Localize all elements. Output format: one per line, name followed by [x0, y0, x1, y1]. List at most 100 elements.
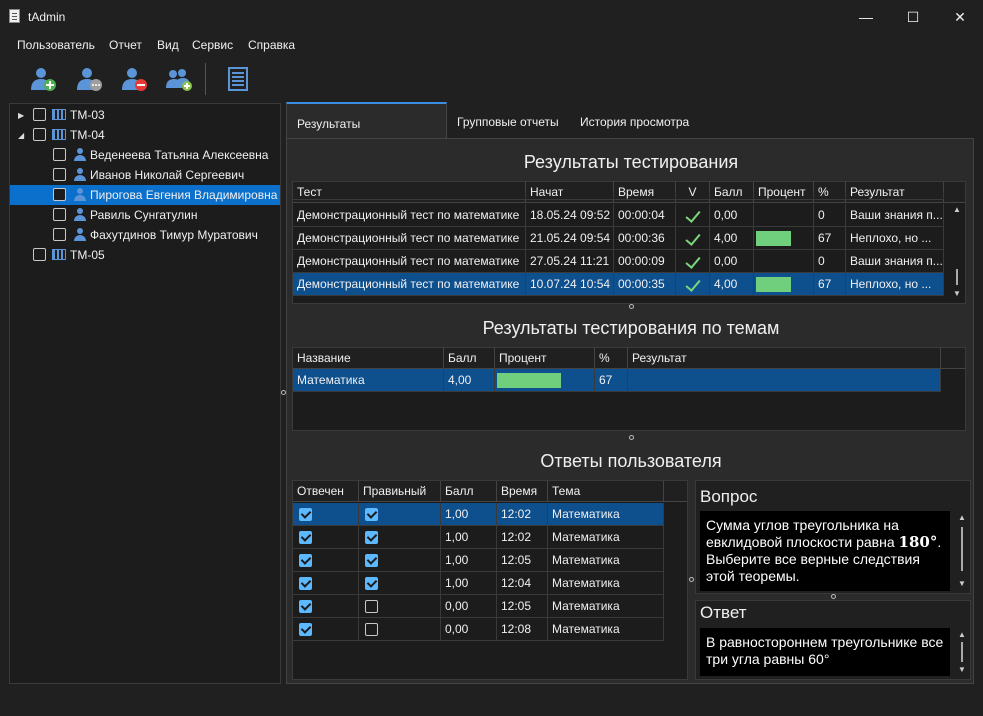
correct-checkbox[interactable]: [365, 531, 378, 544]
col-header[interactable]: Отвечен: [293, 481, 359, 502]
user-checkbox[interactable]: [53, 208, 66, 221]
scroll-up-icon[interactable]: ▲: [958, 513, 966, 522]
topics-grid[interactable]: Название Балл Процент % Результат Матема…: [292, 347, 966, 431]
table-row[interactable]: Математика 4,00 67: [293, 369, 941, 392]
answered-checkbox[interactable]: [299, 577, 312, 590]
tabs-area: Результаты тестирования Групповые отчеты…: [286, 102, 974, 684]
horizontal-splitter-handle[interactable]: [831, 594, 836, 599]
horizontal-splitter-handle[interactable]: [629, 304, 634, 309]
menu-report[interactable]: Отчет: [109, 38, 142, 52]
user-checkbox[interactable]: [53, 188, 66, 201]
scroll-thumb[interactable]: [961, 642, 963, 662]
group-checkbox[interactable]: [33, 248, 46, 261]
results-scrollbar[interactable]: ▲ ▼: [949, 203, 965, 303]
report-icon[interactable]: [223, 64, 253, 94]
results-grid[interactable]: Тест Начат Время V Балл Процент % Резуль…: [292, 181, 966, 304]
col-header[interactable]: Тема: [548, 481, 664, 502]
scroll-thumb[interactable]: [956, 269, 958, 285]
scroll-down-icon[interactable]: ▼: [953, 289, 961, 298]
group-tree[interactable]: ▶ ТМ-03 ◢ ТМ-04 Веденеева Татьяна Алексе…: [9, 103, 281, 684]
cell-pct: 67: [814, 227, 846, 250]
tree-group-tm03[interactable]: ▶ ТМ-03: [10, 105, 280, 125]
menu-bar: Пользователь Отчет Вид Сервис Справка: [0, 34, 983, 56]
col-header[interactable]: Балл: [444, 348, 495, 369]
correct-checkbox[interactable]: [365, 577, 378, 590]
correct-checkbox[interactable]: [365, 600, 378, 613]
answers-grid[interactable]: Отвечен Правиьный Балл Время Тема 1,00 12…: [292, 480, 688, 680]
answer-scrollbar[interactable]: ▲ ▼: [954, 628, 970, 676]
answered-checkbox[interactable]: [299, 508, 312, 521]
correct-checkbox[interactable]: [365, 623, 378, 636]
tree-user[interactable]: Равиль Сунгатулин: [10, 205, 280, 225]
col-header[interactable]: Время: [497, 481, 548, 502]
tree-user-selected[interactable]: Пирогова Евгения Владимировна: [10, 185, 280, 205]
menu-view[interactable]: Вид: [157, 38, 179, 52]
group-checkbox[interactable]: [33, 108, 46, 121]
group-checkbox[interactable]: [33, 128, 46, 141]
answered-checkbox[interactable]: [299, 554, 312, 567]
table-row[interactable]: Демонстрационный тест по математике 18.05…: [293, 204, 944, 227]
scroll-up-icon[interactable]: ▲: [953, 205, 961, 214]
expand-arrow-icon[interactable]: ▶: [18, 111, 24, 120]
menu-help[interactable]: Справка: [248, 38, 295, 52]
col-header-spacer: [941, 348, 965, 369]
question-scrollbar[interactable]: ▲ ▼: [954, 511, 970, 591]
tab-results[interactable]: Результаты тестирования: [286, 102, 447, 171]
col-header[interactable]: Название: [293, 348, 444, 369]
answered-checkbox[interactable]: [299, 531, 312, 544]
scroll-down-icon[interactable]: ▼: [958, 665, 966, 674]
tree-user[interactable]: Веденеева Татьяна Алексеевна: [10, 145, 280, 165]
correct-checkbox[interactable]: [365, 554, 378, 567]
table-row[interactable]: 1,00 12:02 Математика: [293, 526, 664, 549]
menu-service[interactable]: Сервис: [192, 38, 233, 52]
col-header[interactable]: Результат: [628, 348, 941, 369]
menu-user[interactable]: Пользователь: [17, 38, 95, 52]
col-header[interactable]: Правиьный: [359, 481, 441, 502]
correct-checkbox[interactable]: [365, 508, 378, 521]
minimize-button[interactable]: —: [843, 0, 889, 34]
remove-user-icon[interactable]: [119, 64, 149, 94]
cell-score: 1,00: [441, 526, 497, 549]
horizontal-splitter-handle[interactable]: [629, 435, 634, 440]
tree-group-tm05[interactable]: ТМ-05: [10, 245, 280, 265]
user-checkbox[interactable]: [53, 148, 66, 161]
user-checkbox[interactable]: [53, 228, 66, 241]
cell-score: 1,00: [441, 572, 497, 595]
percent-cell: [754, 204, 814, 227]
maximize-button[interactable]: ☐: [890, 0, 936, 34]
tab-group-reports[interactable]: Групповые отчеты: [447, 102, 569, 139]
tree-user[interactable]: Фахутдинов Тимур Муратович: [10, 225, 280, 245]
vertical-splitter-handle[interactable]: [689, 577, 694, 582]
table-row[interactable]: Демонстрационный тест по математике 10.07…: [293, 273, 944, 296]
answered-checkbox[interactable]: [299, 600, 312, 613]
answered-checkbox[interactable]: [299, 623, 312, 636]
add-user-icon[interactable]: [28, 64, 58, 94]
tree-group-tm04[interactable]: ◢ ТМ-04: [10, 125, 280, 145]
table-row[interactable]: 0,00 12:08 Математика: [293, 618, 664, 641]
close-button[interactable]: ✕: [937, 0, 983, 34]
app-icon: [9, 9, 20, 23]
scroll-down-icon[interactable]: ▼: [958, 579, 966, 588]
col-header[interactable]: %: [595, 348, 628, 369]
tab-view-history[interactable]: История просмотра: [570, 102, 699, 139]
scroll-thumb[interactable]: [961, 527, 963, 571]
tree-user[interactable]: Иванов Николай Сергеевич: [10, 165, 280, 185]
col-header[interactable]: Процент: [495, 348, 595, 369]
table-row[interactable]: 1,00 12:04 Математика: [293, 572, 664, 595]
user-checkbox[interactable]: [53, 168, 66, 181]
collapse-arrow-icon[interactable]: ◢: [18, 131, 24, 140]
table-row[interactable]: 1,00 12:05 Математика: [293, 549, 664, 572]
cell-score: 4,00: [710, 227, 754, 250]
table-row[interactable]: Демонстрационный тест по математике 21.05…: [293, 227, 944, 250]
group-add-icon[interactable]: [165, 64, 195, 94]
cell-score: 0,00: [441, 595, 497, 618]
tree-group-label: ТМ-05: [70, 248, 105, 262]
cell-topic: Математика: [548, 618, 664, 641]
table-row[interactable]: 0,00 12:05 Математика: [293, 595, 664, 618]
edit-user-icon[interactable]: [74, 64, 104, 94]
scroll-up-icon[interactable]: ▲: [958, 630, 966, 639]
table-row[interactable]: Демонстрационный тест по математике 27.05…: [293, 250, 944, 273]
table-row[interactable]: 1,00 12:02 Математика: [293, 503, 664, 526]
col-header[interactable]: Балл: [441, 481, 497, 502]
user-icon: [74, 228, 86, 242]
